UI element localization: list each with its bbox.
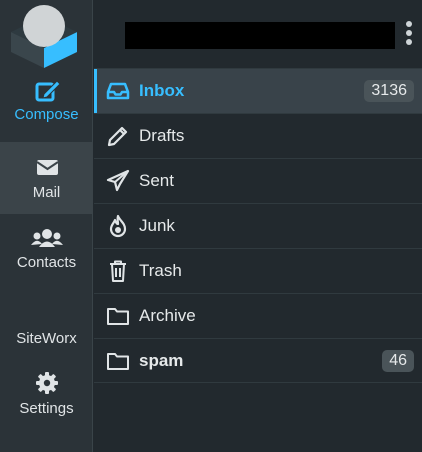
folder-label: Trash: [139, 261, 182, 280]
paper-plane-icon: [105, 168, 131, 194]
unread-count-badge: 46: [382, 349, 414, 372]
account-header: [94, 0, 422, 68]
inbox-icon: [105, 78, 131, 104]
compose-button[interactable]: Compose: [0, 76, 93, 148]
envelope-icon: [35, 160, 59, 175]
contacts-button[interactable]: Contacts: [0, 216, 93, 288]
unread-count-badge: 3136: [364, 80, 414, 102]
folder-label: Inbox: [139, 81, 185, 100]
siteworx-label: SiteWorx: [16, 330, 77, 347]
folder-icon: [105, 348, 131, 374]
folder-label: Drafts: [139, 126, 185, 145]
folder-sent[interactable]: Sent: [94, 158, 422, 203]
compose-icon: [35, 80, 61, 102]
trash-icon: [105, 258, 131, 284]
folder-drafts[interactable]: Drafts: [94, 113, 422, 158]
folder-label: Junk: [139, 216, 175, 235]
redacted-account-name: [125, 22, 395, 49]
contacts-label: Contacts: [16, 254, 77, 271]
folder-label: spam: [139, 350, 184, 370]
folder-junk[interactable]: Junk: [94, 203, 422, 248]
more-options-icon[interactable]: [403, 21, 415, 47]
mail-label: Mail: [32, 184, 61, 201]
folder-inbox[interactable]: Inbox 3136: [94, 68, 422, 113]
settings-button[interactable]: Settings: [0, 362, 93, 434]
pencil-icon: [105, 123, 131, 149]
folder-label: Sent: [139, 171, 174, 190]
folder-list: Inbox 3136 Drafts Sent Junk Trash Archiv…: [94, 68, 422, 383]
folder-trash[interactable]: Trash: [94, 248, 422, 293]
folder-pane: Inbox 3136 Drafts Sent Junk Trash Archiv…: [94, 0, 422, 452]
mail-button[interactable]: Mail: [0, 142, 93, 214]
compose-label: Compose: [14, 106, 79, 123]
logo-icon[interactable]: [9, 2, 79, 70]
folder-archive[interactable]: Archive: [94, 293, 422, 338]
settings-label: Settings: [19, 400, 74, 417]
fire-icon: [105, 213, 131, 239]
folder-label: Archive: [139, 306, 196, 325]
navigation-rail: Compose Mail Contacts SiteWorx Settings: [0, 0, 93, 452]
users-icon: [30, 229, 63, 247]
folder-spam[interactable]: spam 46: [94, 338, 422, 383]
gear-icon: [35, 372, 58, 394]
folder-icon: [105, 303, 131, 329]
